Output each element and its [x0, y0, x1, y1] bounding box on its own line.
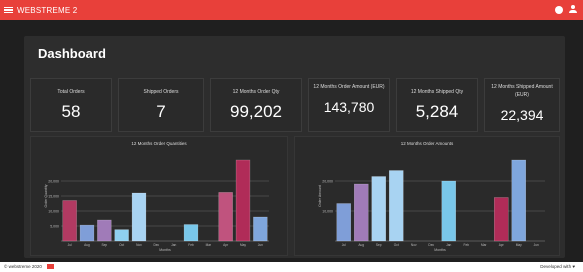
stat-card-value: 5,284: [415, 102, 459, 121]
order-amounts-chart: 10,000 20,000 Jul Aug Sep Oct Nov Dec Jan Feb Mar A…: [318, 159, 545, 252]
x-tick-label: Feb: [464, 243, 470, 247]
bar-aug: [79, 224, 95, 242]
stat-card-value: 99,202: [230, 102, 282, 121]
x-tick-label: Dec: [153, 243, 159, 247]
x-tick-label: Aug: [358, 243, 364, 247]
x-tick-label: Feb: [188, 243, 194, 247]
bar-sep: [97, 219, 112, 242]
x-tick-label: Oct: [119, 243, 124, 247]
x-tick-label: Jul: [68, 243, 72, 247]
brand-badge-icon: [46, 264, 54, 269]
y-axis-label: Order Quantity: [44, 184, 48, 207]
stat-card-label: Total Orders: [57, 89, 85, 95]
stat-card-value: 58: [61, 102, 81, 121]
x-tick-label: Aug: [84, 243, 90, 247]
header-actions: [555, 5, 577, 14]
order-quantities-chart: 5,000 10,000 15,000 20,000 Jul Aug Sep Oct Nov De…: [44, 159, 269, 252]
stat-card-value: 7: [156, 102, 166, 121]
x-tick-label: Nov: [411, 243, 417, 247]
stat-card-12m-order-amount: 12 Months Order Amount (EUR) 143,780: [308, 78, 390, 132]
chart-panel-order-quantities: 12 Months Order Quantities 5,000 10,000 15…: [30, 136, 288, 256]
stat-card-total-orders: Total Orders 58: [30, 78, 112, 132]
bar-oct: [114, 229, 129, 242]
x-tick-label: Nov: [136, 243, 142, 247]
y-tick-label: 15,000: [48, 195, 59, 199]
x-tick-label: Dec: [428, 243, 434, 247]
x-tick-label: Jan: [446, 243, 451, 247]
developed-with-text: Developed with ♥: [540, 264, 575, 269]
dashboard-panel: Dashboard Total Orders 58 Shipped Orders…: [24, 36, 565, 258]
x-tick-label: Apr: [499, 243, 505, 247]
bar-may: [511, 159, 526, 242]
bar-apr: [218, 192, 233, 242]
x-axis-label: Months: [159, 248, 171, 252]
footer-copyright: © webstreme 2020: [4, 264, 54, 269]
chart-panel-order-amounts: 12 Months Order Amounts 10,000 20,000 Jul A…: [294, 136, 560, 256]
x-tick-label: Jun: [258, 243, 263, 247]
x-tick-label: May: [240, 243, 246, 247]
bar-apr: [494, 197, 509, 242]
stat-card-12m-order-qty: 12 Months Order Qty 99,202: [210, 78, 302, 132]
notifications-icon[interactable]: [555, 5, 563, 14]
bar-feb: [183, 224, 199, 242]
stat-card-value: 22,394: [500, 107, 544, 123]
stat-card-label: 12 Months Order Qty: [232, 89, 280, 95]
stat-card-label: 12 Months Order Amount (EUR): [313, 84, 385, 90]
x-tick-label: Mar: [481, 243, 487, 247]
stat-card-label: Shipped Orders: [143, 89, 179, 95]
x-tick-label: Jul: [342, 243, 346, 247]
bar-may: [235, 159, 251, 242]
bar-jul: [336, 203, 351, 242]
app-header: WEBSTREME 2: [0, 0, 583, 20]
y-axis-label: Order Amount: [318, 185, 322, 207]
y-tick-label: 10,000: [48, 210, 59, 214]
y-tick-label: 5,000: [50, 225, 59, 229]
bar-aug: [354, 183, 369, 242]
x-tick-label: May: [516, 243, 522, 247]
bar-jul: [62, 200, 77, 242]
bar-nov: [131, 192, 147, 242]
stat-card-12m-shipped-amount: 12 Months Shipped Amount (EUR) 22,394: [484, 78, 560, 132]
menu-icon[interactable]: [4, 6, 13, 14]
stats-cards: Total Orders 58 Shipped Orders 7 12 Mont…: [30, 78, 560, 134]
bar-jan: [441, 180, 456, 242]
stat-card-shipped-orders: Shipped Orders 7: [118, 78, 204, 132]
app-title: WEBSTREME 2: [17, 5, 78, 15]
user-icon[interactable]: [569, 5, 577, 14]
x-tick-label: Sep: [376, 243, 382, 247]
copyright-text: © webstreme 2020: [4, 264, 42, 269]
bar-jun: [253, 216, 268, 242]
bar-sep: [371, 176, 386, 242]
x-tick-label: Oct: [394, 243, 399, 247]
stat-card-value: 143,780: [323, 99, 375, 115]
y-tick-label: 10,000: [322, 210, 333, 214]
stat-card-label: 12 Months Shipped Qty: [410, 89, 464, 95]
x-tick-label: Apr: [223, 243, 229, 247]
stat-card-12m-shipped-qty: 12 Months Shipped Qty 5,284: [396, 78, 478, 132]
x-tick-label: Jun: [534, 243, 539, 247]
footer: © webstreme 2020 Developed with ♥: [0, 262, 583, 272]
x-tick-label: Sep: [101, 243, 107, 247]
x-tick-label: Mar: [206, 243, 212, 247]
bar-oct: [389, 170, 404, 242]
page-title: Dashboard: [38, 46, 106, 61]
stat-card-label: 12 Months Shipped Amount (EUR): [491, 84, 553, 98]
x-tick-label: Jan: [171, 243, 176, 247]
y-tick-label: 20,000: [48, 180, 59, 184]
y-tick-label: 20,000: [322, 180, 333, 184]
x-axis-label: Months: [434, 248, 446, 252]
